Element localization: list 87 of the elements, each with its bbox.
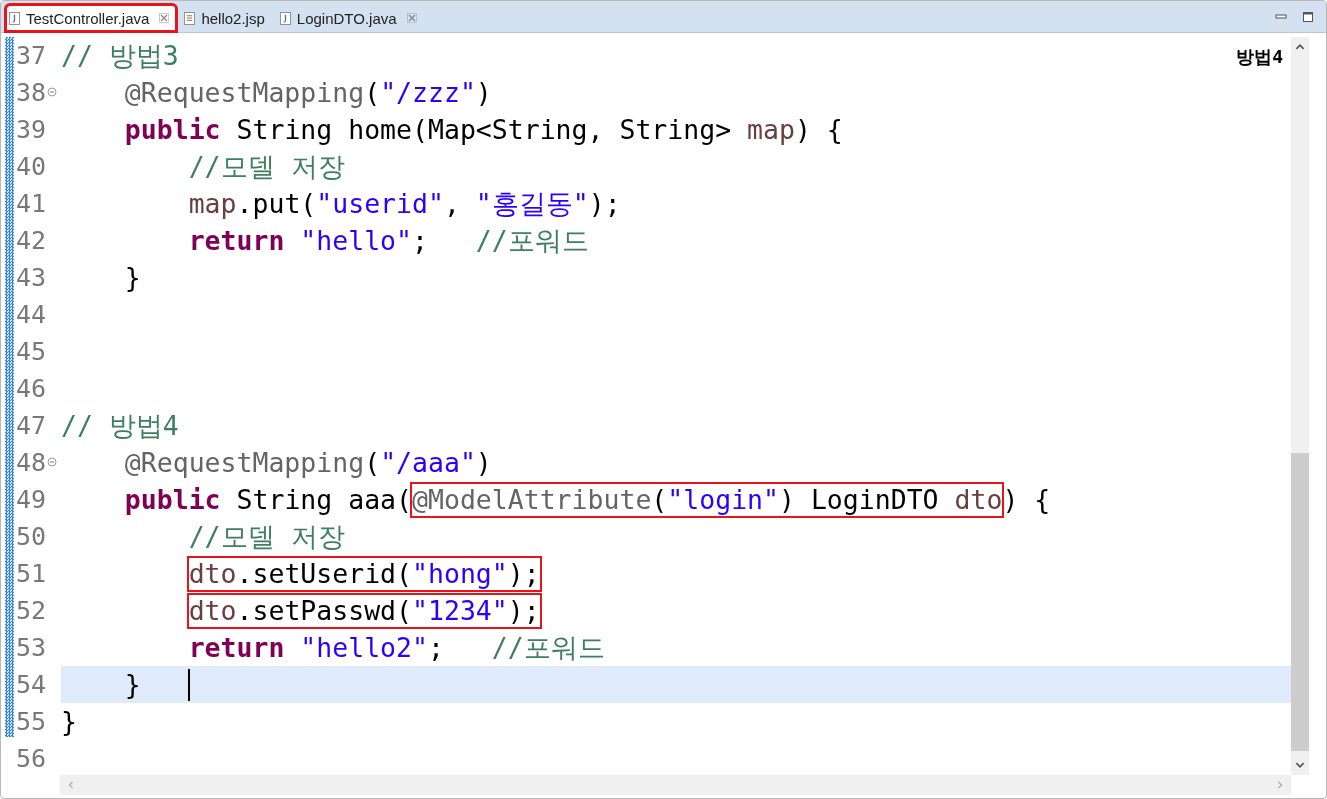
line-number: 39 — [16, 115, 47, 144]
text-cursor — [187, 668, 190, 701]
collapse-icon[interactable] — [47, 457, 57, 467]
code-token: ) LoginDTO — [779, 483, 940, 515]
code-token: "1234" — [412, 594, 508, 626]
maximize-icon[interactable] — [1302, 10, 1314, 23]
code-token: //모델 저장 — [188, 150, 345, 184]
line-number: 52 — [16, 596, 47, 625]
line-number: 42 — [16, 226, 47, 255]
code-token: dto — [954, 483, 1003, 515]
code-token: } — [124, 668, 141, 702]
line-number: 37 — [16, 41, 47, 70]
code-token: // 방법3 — [61, 39, 179, 73]
scroll-right-icon[interactable] — [1275, 780, 1285, 790]
editor-tab[interactable]: TestController.java — [5, 4, 178, 32]
line-number: 48 — [16, 448, 47, 477]
code-token: ); — [588, 187, 621, 221]
line-number: 41 — [16, 189, 47, 218]
code-token: dto — [188, 557, 237, 589]
tab-label: hello2.jsp — [201, 9, 265, 27]
line-number: 45 — [16, 337, 47, 366]
java-file-icon — [9, 11, 20, 25]
code-token: ); — [507, 557, 540, 589]
line-number: 54 — [16, 670, 47, 699]
tab-label: LoginDTO.java — [296, 9, 397, 27]
line-number: 47 — [16, 411, 47, 440]
code-token: .setUserid( — [236, 557, 412, 589]
code-token: @RequestMapping — [124, 76, 365, 110]
line-number: 51 — [16, 559, 47, 588]
close-icon[interactable] — [159, 13, 170, 23]
code-token: @ModelAttribute — [412, 483, 652, 515]
code-token: .setPasswd( — [236, 594, 412, 626]
code-token: } — [61, 705, 77, 739]
code-token: , — [443, 187, 461, 221]
horizontal-scrollbar[interactable] — [60, 775, 1291, 795]
code-token: //모델 저장 — [188, 520, 345, 554]
line-number: 56 — [16, 744, 47, 773]
line-number: 43 — [16, 263, 47, 292]
code-token: .put( — [236, 187, 317, 221]
code-token: @RequestMapping — [124, 446, 365, 480]
overlay-label: 방법4 — [1236, 45, 1283, 69]
code-token: ; — [427, 631, 445, 665]
code-token: ( — [364, 76, 381, 110]
code-token: String home(Map<String, String> — [235, 113, 733, 147]
line-number: 50 — [16, 522, 47, 551]
code-token: ) { — [794, 113, 843, 147]
code-token: ) — [475, 446, 492, 480]
collapse-icon[interactable] — [47, 87, 57, 97]
scroll-left-icon[interactable] — [66, 780, 76, 790]
tab-label: TestController.java — [26, 9, 150, 27]
code-token: ( — [651, 483, 668, 515]
code-token: dto — [188, 594, 237, 626]
document-icon — [184, 11, 196, 25]
code-token: "hello2" — [299, 631, 428, 665]
code-token: "userid" — [316, 187, 444, 221]
code-token: "hong" — [412, 557, 508, 589]
code-token: // 방법4 — [61, 409, 179, 443]
code-token: "홍길동" — [475, 187, 589, 221]
code-token: //포워드 — [475, 224, 589, 258]
code-token: "/aaa" — [380, 446, 476, 480]
code-token: public — [124, 483, 221, 517]
code-token: //포워드 — [491, 631, 605, 665]
line-number: 53 — [16, 633, 47, 662]
code-token: return — [188, 631, 285, 665]
line-number: 46 — [16, 374, 47, 403]
code-token: return — [188, 224, 285, 258]
line-number: 38 — [16, 78, 47, 107]
line-number: 49 — [16, 485, 47, 514]
code-token: ) { — [1002, 483, 1051, 517]
code-token: "hello" — [299, 224, 412, 258]
close-icon[interactable] — [406, 13, 417, 23]
code-token: public — [124, 113, 221, 147]
code-token: ( — [364, 446, 381, 480]
line-number: 40 — [16, 152, 47, 181]
code-token: ; — [412, 224, 429, 258]
code-token: "login" — [667, 483, 779, 515]
code-token: map — [747, 113, 795, 147]
code-token: ); — [507, 594, 540, 626]
code-token: ) — [475, 76, 492, 110]
code-token: map — [188, 187, 237, 221]
code-token: String aaa( — [235, 483, 412, 517]
line-number: 55 — [16, 707, 47, 736]
code-token: "/zzz" — [380, 76, 476, 110]
line-number: 44 — [16, 300, 47, 329]
code-token: } — [124, 261, 141, 295]
scrollbar-thumb[interactable] — [1291, 453, 1309, 751]
java-file-icon — [279, 11, 291, 25]
